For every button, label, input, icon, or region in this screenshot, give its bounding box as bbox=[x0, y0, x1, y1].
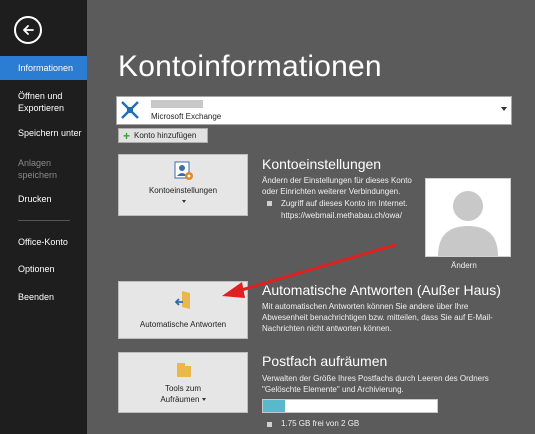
chevron-down-icon bbox=[501, 107, 507, 111]
mailbox-cleanup-title: Postfach aufräumen bbox=[262, 353, 388, 369]
dropdown-caret-icon bbox=[201, 398, 206, 402]
nav-anlagen-speichern: Anlagen speichern bbox=[18, 158, 58, 180]
account-type: Microsoft Exchange bbox=[151, 112, 222, 121]
account-settings-icon bbox=[174, 161, 193, 180]
nav-drucken[interactable]: Drucken bbox=[0, 193, 87, 205]
nav-beenden[interactable]: Beenden bbox=[0, 291, 87, 303]
account-settings-title: Kontoeinstellungen bbox=[262, 156, 382, 172]
back-button[interactable] bbox=[14, 16, 42, 44]
auto-reply-desc-3: Nachrichten nicht antworten können. bbox=[262, 324, 392, 333]
bullet-icon bbox=[267, 422, 272, 427]
bullet-icon bbox=[267, 201, 272, 206]
auto-reply-label: Automatische Antworten bbox=[139, 320, 227, 329]
exchange-icon bbox=[120, 100, 140, 120]
auto-reply-title: Automatische Antworten (Außer Haus) bbox=[262, 282, 501, 298]
auto-reply-button[interactable]: Automatische Antworten bbox=[118, 281, 248, 339]
mailbox-usage-fill bbox=[263, 400, 285, 412]
mailbox-usage-text: 1.75 GB frei von 2 GB bbox=[281, 419, 360, 428]
cleanup-tools-label-text: Aufräumen bbox=[160, 395, 200, 404]
mailbox-usage-bar bbox=[262, 399, 438, 413]
web-access-text: Zugriff auf dieses Konto im Internet. bbox=[281, 199, 408, 208]
account-name-redacted bbox=[151, 100, 203, 108]
account-settings-button[interactable]: Kontoeinstellungen bbox=[118, 154, 248, 216]
auto-reply-desc-1: Mit automatischen Antworten können Sie a… bbox=[262, 302, 469, 311]
change-picture-link[interactable]: Ändern bbox=[451, 261, 477, 270]
back-arrow-icon bbox=[23, 25, 34, 35]
person-placeholder-icon bbox=[438, 191, 498, 256]
cleanup-tools-label-1: Tools zum bbox=[164, 384, 201, 393]
owa-link[interactable]: https://webmail.methabau.ch/owa/ bbox=[281, 211, 402, 220]
add-account-label: Konto hinzufügen bbox=[134, 131, 197, 140]
nav-informationen[interactable]: Informationen bbox=[0, 56, 87, 80]
auto-reply-desc-2: Abwesenheit benachrichtigen bzw. mitteil… bbox=[262, 313, 493, 322]
nav-speichern-unter[interactable]: Speichern unter bbox=[0, 127, 87, 139]
dropdown-caret-icon bbox=[182, 200, 186, 203]
nav-oeffnen-exportieren[interactable]: Öffnen und Exportieren bbox=[0, 90, 80, 114]
account-selector[interactable]: Microsoft Exchange bbox=[116, 96, 512, 125]
sidebar-divider bbox=[18, 220, 70, 221]
cleanup-tools-icon bbox=[177, 363, 191, 377]
cleanup-tools-label-2: Aufräumen bbox=[119, 394, 247, 405]
add-account-button[interactable]: + Konto hinzufügen bbox=[118, 128, 208, 143]
account-settings-label: Kontoeinstellungen bbox=[148, 186, 218, 195]
profile-picture[interactable] bbox=[425, 178, 511, 257]
plus-icon: + bbox=[123, 128, 131, 143]
backstage-sidebar: Informationen Öffnen und Exportieren Spe… bbox=[0, 0, 87, 434]
mailbox-cleanup-desc-2: "Gelöschte Elemente" und Archivierung. bbox=[262, 385, 404, 394]
mailbox-cleanup-desc-1: Verwalten der Größe Ihres Postfachs durc… bbox=[262, 374, 489, 383]
nav-office-konto[interactable]: Office-Konto bbox=[0, 236, 87, 248]
auto-reply-icon bbox=[174, 291, 190, 309]
page-title: Kontoinformationen bbox=[118, 50, 382, 83]
nav-optionen[interactable]: Optionen bbox=[0, 263, 87, 275]
cleanup-tools-button[interactable]: Tools zum Aufräumen bbox=[118, 352, 248, 413]
